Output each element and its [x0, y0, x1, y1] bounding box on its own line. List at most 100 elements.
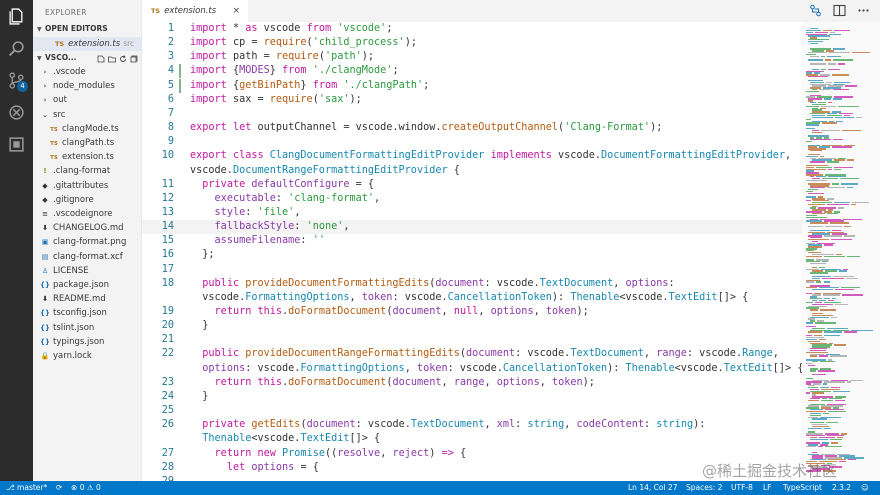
tree-item[interactable]: TS extension.ts	[33, 150, 142, 164]
tree-item[interactable]: › node_modules	[33, 79, 142, 93]
tree-item[interactable]: ⌄ src	[33, 108, 142, 122]
minimap-line	[835, 303, 849, 306]
line-number: 4	[167, 65, 174, 77]
branch-icon: ⎇	[6, 483, 15, 492]
tree-item[interactable]: ⬇ README.md	[33, 292, 142, 306]
tree-item[interactable]: TS clangMode.ts	[33, 122, 142, 136]
minimap-line	[816, 281, 822, 283]
excl-icon: !	[43, 167, 47, 176]
status-bar: ⎇ master* ⟳ ⊗ 0 ⚠ 0 Ln 14, Col 27 Spaces…	[0, 481, 880, 495]
tree-item-label: clangPath.ts	[62, 138, 115, 148]
tree-item[interactable]: ⬇ CHANGELOG.md	[33, 221, 142, 235]
tree-item[interactable]: {} typings.json	[33, 335, 142, 349]
extensions-icon[interactable]	[8, 136, 25, 153]
collapse-all-icon[interactable]	[130, 54, 138, 63]
debug-icon[interactable]	[8, 104, 25, 121]
tree-item[interactable]: TS clangPath.ts	[33, 136, 142, 150]
minimap-line	[843, 235, 855, 237]
tree-item[interactable]: ◆ .gitattributes	[33, 179, 142, 193]
minimap-line	[818, 446, 824, 448]
code-line: vscode.DocumentRangeFormattingEditProvid…	[142, 164, 802, 178]
minimap-line	[830, 222, 849, 224]
eol-status[interactable]: LF	[763, 481, 772, 495]
code-line: 11 private defaultConfigure = {	[142, 178, 802, 192]
tree-item[interactable]: {} tsconfig.json	[33, 306, 142, 320]
git-icon: ◆	[42, 195, 48, 204]
code-text: assumeFilename: ''	[214, 235, 325, 247]
minimap[interactable]	[802, 22, 880, 481]
line-number: 25	[161, 405, 174, 417]
tree-item[interactable]: {} package.json	[33, 278, 142, 292]
tree-item[interactable]: ♙ LICENSE	[33, 264, 142, 278]
line-number: 20	[161, 320, 174, 332]
minimap-line	[806, 200, 812, 202]
line-number: 28	[161, 461, 174, 473]
open-editors-header[interactable]: ▼ OPEN EDITORS	[33, 22, 142, 36]
code-text: import * as vscode from 'vscode';	[190, 23, 393, 34]
code-text: export let outputChannel = vscode.window…	[190, 122, 663, 134]
new-folder-icon[interactable]	[108, 54, 116, 63]
minimap-line	[808, 331, 823, 333]
code-text: import {MODES} from './clangMode';	[190, 65, 399, 77]
code-text: style: 'file',	[214, 206, 301, 218]
cursor-position[interactable]: Ln 14, Col 27	[628, 481, 677, 495]
minimap-line	[838, 207, 845, 209]
code-text: return new Promise((resolve, reject) => …	[214, 447, 467, 459]
minimap-line	[810, 63, 826, 65]
project-header[interactable]: ▼ VSCO...	[33, 51, 142, 65]
code-line: 5 import {getBinPath} from './clangPath';	[142, 78, 802, 93]
search-icon[interactable]	[8, 40, 25, 57]
minimap-line	[833, 168, 842, 170]
tab-extension-ts[interactable]: TS extension.ts ×	[142, 0, 248, 22]
encoding-status[interactable]: UTF-8	[731, 481, 753, 495]
indentation-status[interactable]: Spaces: 2	[686, 481, 722, 495]
tree-item-label: package.json	[53, 280, 109, 290]
split-editor-icon[interactable]	[833, 4, 846, 17]
tree-item[interactable]: {} tslint.json	[33, 321, 142, 335]
files-icon[interactable]	[8, 8, 25, 25]
open-changes-icon[interactable]	[809, 4, 822, 17]
sync-icon[interactable]: ⟳	[56, 481, 62, 495]
minimap-line	[820, 309, 837, 311]
code-editor[interactable]: 1 import * as vscode from 'vscode'; 2 impor…	[142, 22, 802, 481]
tree-item[interactable]: ◆ .gitignore	[33, 193, 142, 207]
tree-item-label: .clang-format	[53, 166, 111, 177]
minimap-line	[828, 410, 847, 413]
minimap-line	[808, 225, 824, 228]
tree-item[interactable]: ▣ clang-format.png	[33, 235, 142, 249]
open-editor-item[interactable]: TS extension.ts src	[33, 37, 142, 51]
editor-scrollbar[interactable]	[872, 22, 880, 481]
minimap-line	[846, 159, 854, 161]
tree-item[interactable]: › out	[33, 93, 142, 107]
minimap-line	[832, 146, 852, 148]
minimap-line	[839, 270, 848, 272]
tree-item[interactable]: › .vscode	[33, 65, 142, 79]
tree-item-label: typings.json	[53, 336, 105, 347]
minimap-line	[810, 42, 819, 45]
tree-item[interactable]: 🔒 yarn.lock	[33, 349, 142, 363]
tree-item[interactable]: ≡ .vscodeignore	[33, 207, 142, 221]
more-actions-icon[interactable]	[857, 4, 870, 17]
minimap-line	[834, 399, 845, 402]
refresh-icon[interactable]	[119, 54, 127, 62]
typescript-version[interactable]: 2.3.2	[832, 481, 851, 495]
minimap-line	[831, 442, 838, 444]
code-text: export class ClangDocumentFormattingEdit…	[190, 150, 792, 162]
tree-item[interactable]: ! .clang-format	[33, 164, 142, 178]
problems-status[interactable]: ⊗ 0 ⚠ 0	[71, 481, 101, 495]
code-line: 3 import path = require('path');	[142, 50, 802, 64]
new-file-icon[interactable]	[97, 54, 105, 63]
code-line: 26 private getEdits(document: vscode.Tex…	[142, 418, 802, 432]
tree-item[interactable]: ▤ clang-format.xcf	[33, 250, 142, 264]
explorer-title: EXPLORER	[45, 8, 87, 17]
minimap-line	[846, 187, 853, 189]
minimap-line	[821, 129, 841, 132]
line-number: 5	[167, 79, 174, 91]
tree-item-label: .gitattributes	[53, 180, 109, 191]
feedback-smiley-icon[interactable]: ☺	[861, 481, 869, 495]
branch-status[interactable]: ⎇ master*	[6, 481, 47, 495]
code-line: vscode.FormattingOptions, token: vscode.…	[142, 291, 802, 305]
tree-item-label: .vscodeignore	[53, 209, 113, 219]
close-icon[interactable]: ×	[232, 0, 240, 22]
language-mode[interactable]: TypeScript	[783, 481, 822, 495]
